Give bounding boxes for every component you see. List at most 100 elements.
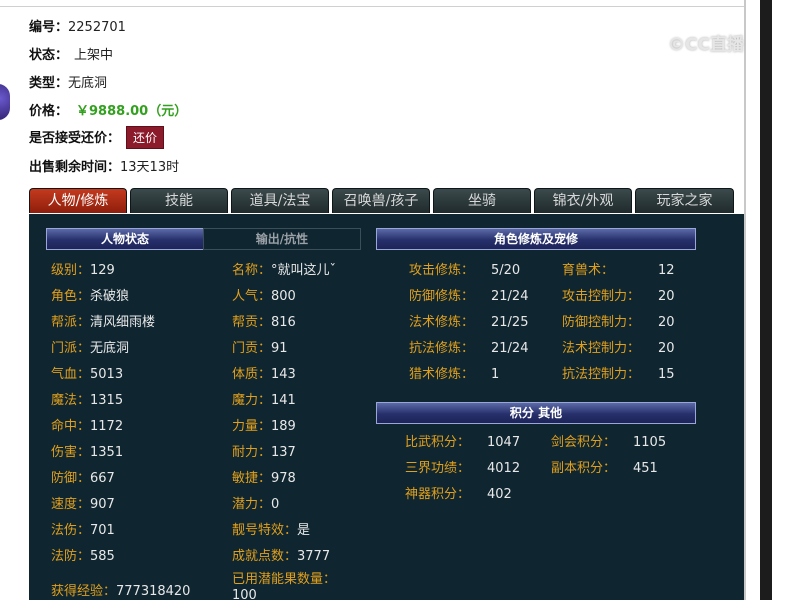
avatar [0, 84, 10, 120]
section-score: 积分 其他 [376, 402, 696, 424]
tab-skills[interactable]: 技能 [130, 188, 228, 213]
stat-label: 魔法： [51, 393, 91, 408]
stat-label: 门贡： [232, 341, 272, 356]
stat-row: 气血：5013 [51, 363, 123, 382]
stat-row: 人气：800 [232, 285, 296, 304]
stat-row: 靓号特效：是 [232, 519, 310, 538]
stat-row: 魔力：141 [232, 389, 296, 408]
stat-label: 力量： [232, 419, 272, 434]
type-value: 无底洞 [68, 76, 108, 91]
remaining-label: 出售剩余时间： [29, 160, 121, 175]
stat-label: 门派： [51, 341, 91, 356]
stat-value: 无底洞 [90, 341, 130, 356]
cultivation-label: 抗法控制力： [562, 367, 641, 382]
remaining-row: 出售剩余时间：13天13时 [29, 156, 179, 175]
stat-value: 907 [90, 497, 115, 512]
stat-label: 帮派： [51, 315, 91, 330]
stat-row: 耐力：137 [232, 441, 296, 460]
stat-label: 靓号特效： [232, 523, 298, 538]
cultivation-value: 1 [491, 367, 500, 382]
price-value: ￥9888.00（元） [76, 104, 188, 119]
cultivation-row: 抗法修炼： 21/24 [409, 337, 528, 356]
stat-value: 3777 [297, 549, 331, 564]
cultivation-value: 20 [658, 341, 675, 356]
stat-value: 978 [271, 471, 296, 486]
stat-row: 法防：585 [51, 545, 115, 564]
stat-value: 143 [271, 367, 296, 382]
section-cultivation: 角色修炼及宠修 [376, 228, 696, 250]
score-value: 451 [633, 461, 658, 476]
stat-label: 防御： [51, 471, 91, 486]
character-panel: 人物状态 输出/抗性 级别：129 角色：杀破狼 帮派：清风细雨楼 门派：无底洞 气血：… [29, 214, 745, 603]
right-margin [744, 0, 800, 600]
status-value: 上架中 [74, 48, 114, 63]
potion-value: 100 [232, 588, 257, 603]
cultivation-value: 20 [658, 289, 675, 304]
bargain-label: 是否接受还价： [29, 131, 121, 146]
score-row: 神器积分： 402 [405, 483, 512, 502]
stat-label: 气血： [51, 367, 91, 382]
section-output-resist[interactable]: 输出/抗性 [203, 228, 361, 250]
stat-row: 帮贡：816 [232, 311, 296, 330]
score-value: 402 [487, 487, 512, 502]
stat-row: 帮派：清风细雨楼 [51, 311, 155, 330]
tab-home[interactable]: 玩家之家 [635, 188, 734, 213]
score-row: 比武积分： 1047 [405, 431, 520, 450]
score-label: 剑会积分： [551, 435, 617, 450]
stat-label: 帮贡： [232, 315, 272, 330]
score-label: 神器积分： [405, 487, 471, 502]
tab-pets[interactable]: 召唤兽/孩子 [332, 188, 430, 213]
tab-items[interactable]: 道具/法宝 [231, 188, 329, 213]
stat-label: 法防： [51, 549, 91, 564]
stat-value: 800 [271, 289, 296, 304]
tab-character[interactable]: 人物/修炼 [29, 188, 127, 213]
cultivation-row: 攻击控制力： 20 [562, 285, 675, 304]
cultivation-value: 21/24 [491, 289, 529, 304]
stat-row: 力量：189 [232, 415, 296, 434]
type-label: 类型： [29, 76, 69, 91]
score-label: 三界功绩： [405, 461, 471, 476]
stat-label: 潜力： [232, 497, 272, 512]
bargain-button[interactable]: 还价 [126, 126, 165, 149]
serial-row: 编号：2252701 [29, 16, 126, 35]
exp-stat: 获得经验：777318420 [51, 580, 190, 599]
cultivation-row: 猎术修炼： 1 [409, 363, 499, 382]
price-label: 价格： [29, 104, 69, 119]
cultivation-label: 攻击控制力： [562, 289, 641, 304]
cultivation-row: 法术修炼： 21/25 [409, 311, 528, 330]
stat-row: 潜力：0 [232, 493, 279, 512]
cultivation-label: 防御控制力： [562, 315, 641, 330]
potion-label: 已用潜能果数量： [232, 572, 337, 587]
section-character-status[interactable]: 人物状态 [46, 228, 204, 250]
stat-row: 级别：129 [51, 259, 115, 278]
serial-label: 编号： [29, 20, 69, 35]
potion-stat: 已用潜能果数量： 100 [232, 572, 336, 604]
score-label: 比武积分： [405, 435, 471, 450]
scrollbar[interactable] [760, 0, 772, 600]
cultivation-row: 防御控制力： 20 [562, 311, 675, 330]
cultivation-label: 防御修炼： [409, 289, 475, 304]
stat-row: 门贡：91 [232, 337, 288, 356]
price-row: 价格： ￥9888.00（元） [29, 100, 187, 119]
stat-value: 141 [271, 393, 296, 408]
cultivation-label: 法术修炼： [409, 315, 475, 330]
stat-row: 防御：667 [51, 467, 115, 486]
stat-value: 91 [271, 341, 288, 356]
stat-label: 角色： [51, 289, 91, 304]
tab-mounts[interactable]: 坐骑 [433, 188, 531, 213]
stat-row: 伤害：1351 [51, 441, 123, 460]
bargain-row: 是否接受还价： 还价 [29, 126, 165, 149]
stat-row: 法伤：701 [51, 519, 115, 538]
stat-label: 魔力： [232, 393, 272, 408]
stat-value: 137 [271, 445, 296, 460]
status-label: 状态： [29, 48, 69, 63]
stat-label: 伤害： [51, 445, 91, 460]
stat-value: 585 [90, 549, 115, 564]
exp-value: 777318420 [116, 584, 191, 599]
stat-row: 体质：143 [232, 363, 296, 382]
tab-outfits[interactable]: 锦衣/外观 [534, 188, 632, 213]
stat-value: 701 [90, 523, 115, 538]
stat-label: 成就点数： [232, 549, 298, 564]
exp-label: 获得经验： [51, 584, 117, 599]
stat-label: 体质： [232, 367, 272, 382]
